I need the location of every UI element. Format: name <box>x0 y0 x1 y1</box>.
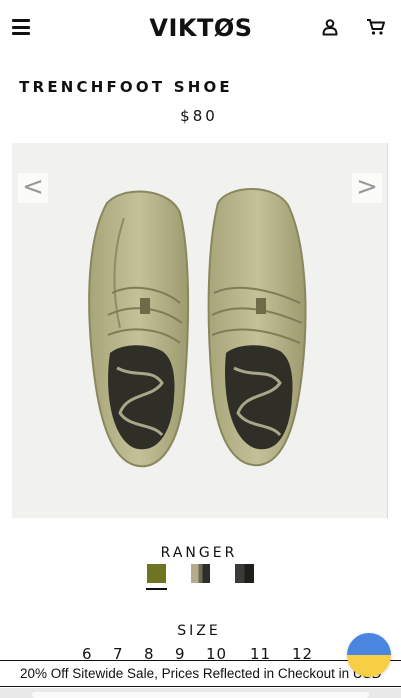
color-swatch-ranger[interactable] <box>147 564 166 583</box>
previous-image-button[interactable]: < <box>18 173 48 203</box>
color-name: RANGER <box>160 545 238 561</box>
cart-icon[interactable] <box>366 18 386 36</box>
product-image[interactable] <box>12 143 388 518</box>
promo-text: 20% Off Sitewide Sale, Prices Reflected … <box>20 666 382 681</box>
account-icon[interactable] <box>321 18 339 36</box>
bottom-bar-field <box>32 692 369 698</box>
product-price: $80 <box>180 107 218 125</box>
next-image-button[interactable]: > <box>352 173 382 203</box>
product-title: TRENCHFOOT SHOE <box>19 78 233 96</box>
ukraine-flag-icon[interactable] <box>347 633 391 677</box>
bottom-bar <box>0 688 401 698</box>
brand-logo[interactable]: VIKTØS <box>149 14 253 42</box>
header: VIKTØS <box>0 0 401 58</box>
menu-icon[interactable] <box>12 19 30 35</box>
color-swatch-2[interactable] <box>191 564 210 583</box>
color-swatch-3[interactable] <box>235 564 254 583</box>
selected-swatch-indicator <box>146 588 167 590</box>
size-label: SIZE <box>177 623 221 639</box>
shoe-pair-image <box>88 188 307 468</box>
promo-banner: 20% Off Sitewide Sale, Prices Reflected … <box>0 660 401 687</box>
